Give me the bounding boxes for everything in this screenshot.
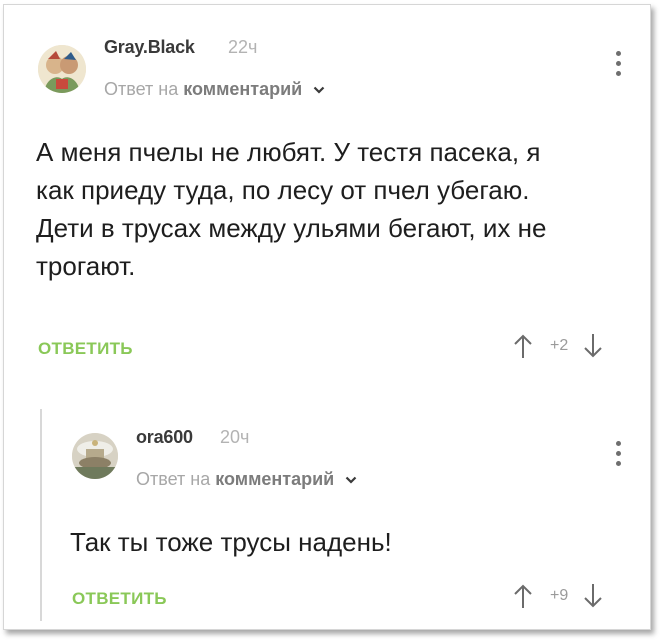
more-options-icon[interactable] — [612, 51, 624, 76]
upvote-arrow-icon[interactable] — [512, 583, 534, 609]
reply-button[interactable]: ОТВЕТИТЬ — [38, 339, 133, 359]
chevron-down-icon — [313, 86, 325, 94]
chevron-down-icon — [345, 476, 357, 484]
avatar[interactable] — [38, 45, 86, 93]
comment-author[interactable]: Gray.Black — [104, 37, 195, 58]
comment-time: 22ч — [228, 37, 258, 57]
reply-to-prefix: Ответ на — [136, 469, 211, 489]
comment-thread: Gray.Black 22ч Ответ на комментарий А ме… — [3, 4, 651, 630]
reply-to-link[interactable]: Ответ на комментарий — [136, 469, 357, 490]
reply-button[interactable]: ОТВЕТИТЬ — [72, 589, 167, 609]
thread-nesting-line — [40, 409, 42, 621]
vote-controls: +9 — [512, 583, 604, 609]
reply-to-prefix: Ответ на — [104, 79, 179, 99]
downvote-arrow-icon[interactable] — [582, 333, 604, 359]
more-options-icon[interactable] — [612, 441, 624, 466]
comment-text: Так ты тоже трусы надень! — [70, 527, 392, 557]
upvote-arrow-icon[interactable] — [512, 333, 534, 359]
avatar[interactable] — [72, 433, 118, 479]
reply-to-target: комментарий — [215, 469, 335, 489]
comment-text: А меня пчелы не любят. У тестя пасека, я… — [36, 137, 547, 281]
comment-author[interactable]: ora600 — [136, 427, 193, 448]
reply-to-target: комментарий — [183, 79, 303, 99]
comment-time: 20ч — [220, 427, 250, 447]
reply-to-link[interactable]: Ответ на комментарий — [104, 79, 325, 100]
comment-score: +2 — [550, 337, 569, 354]
downvote-arrow-icon[interactable] — [582, 583, 604, 609]
vote-controls: +2 — [512, 333, 604, 359]
comment-score: +9 — [550, 587, 569, 604]
